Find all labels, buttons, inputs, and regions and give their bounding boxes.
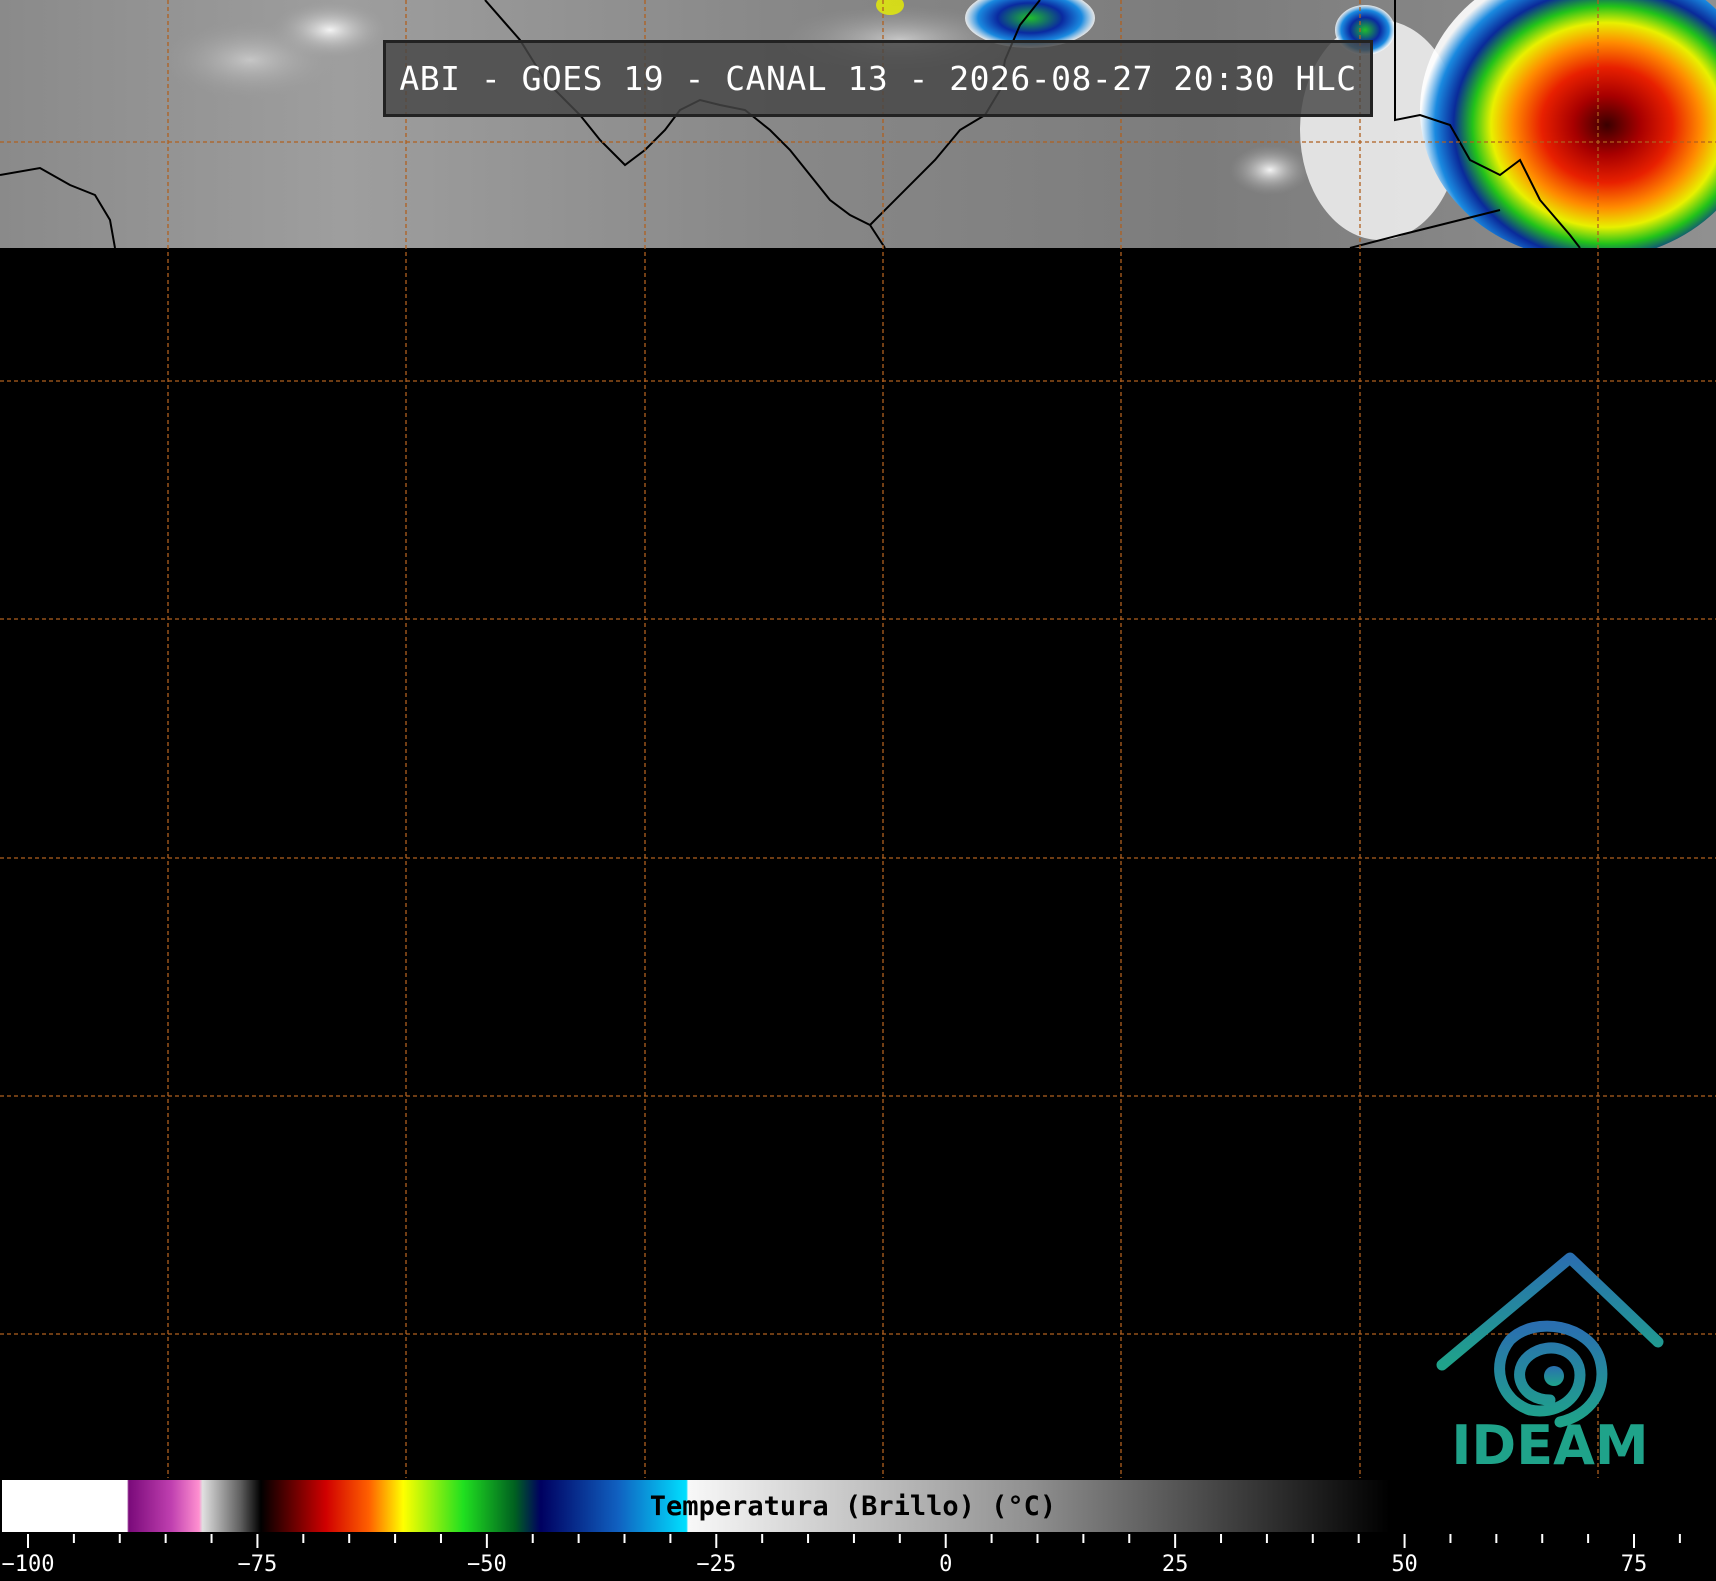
ideam-logo-text: IDEAM [1451, 1414, 1649, 1477]
colorbar-tick-label: 25 [1162, 1552, 1189, 1577]
colorbar-axis: −100 −75 −50 −25 0 25 50 75 [2, 1534, 1681, 1577]
colorbar-tick-label: −50 [467, 1552, 507, 1577]
colorbar-tick-label: −100 [2, 1552, 55, 1577]
title-banner: ABI - GOES 19 - CANAL 13 - 2026-08-27 20… [383, 40, 1373, 117]
colorbar-label: Temperatura (Brillo) (°C) [649, 1490, 1057, 1522]
colorbar-tick-label: 0 [939, 1552, 952, 1577]
colorbar-tick-label: −25 [696, 1552, 736, 1577]
colorbar-tick-label: −75 [238, 1552, 278, 1577]
colorbar-tick-label: 75 [1621, 1552, 1648, 1577]
colorbar-tick-label: 50 [1391, 1552, 1418, 1577]
map-title: ABI - GOES 19 - CANAL 13 - 2026-08-27 20… [399, 59, 1357, 98]
